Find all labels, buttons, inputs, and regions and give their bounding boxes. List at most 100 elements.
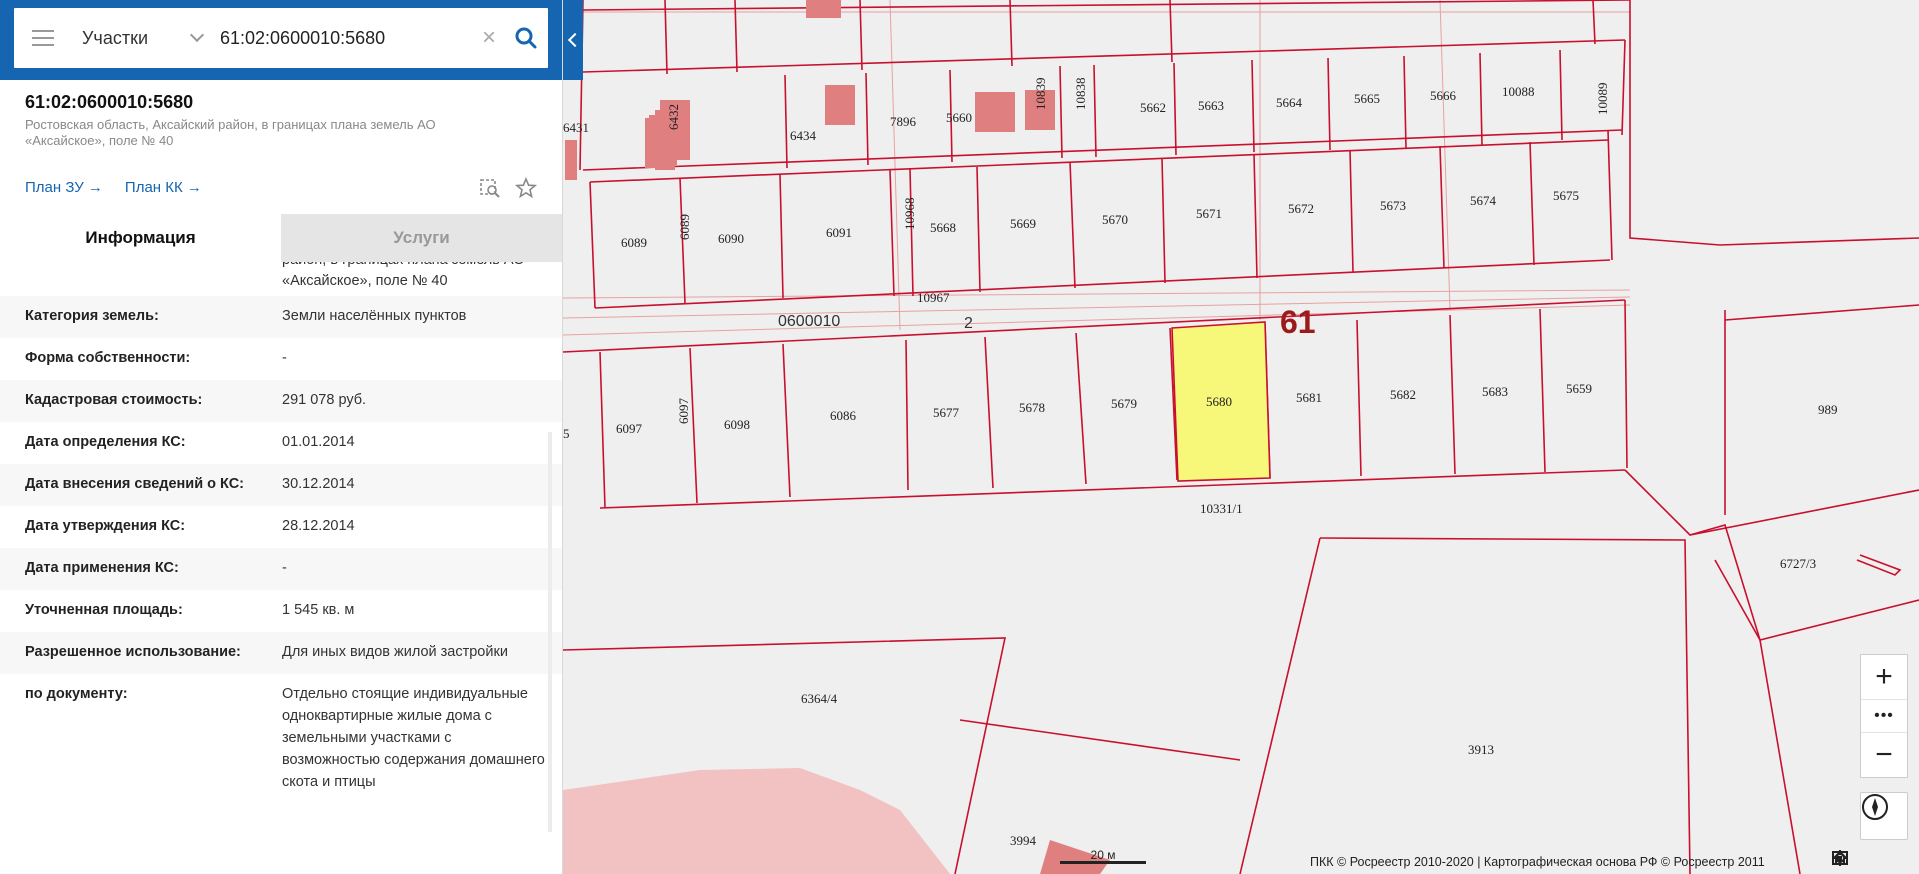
- find-on-map-icon[interactable]: [479, 177, 501, 199]
- search-icon: [515, 27, 537, 49]
- zoom-in-button[interactable]: +: [1861, 655, 1907, 699]
- zoom-out-button[interactable]: −: [1861, 733, 1907, 777]
- object-type-select[interactable]: Участки: [72, 8, 212, 68]
- info-label: Разрешенное использование:: [25, 644, 241, 660]
- object-type-label: Участки: [82, 27, 148, 48]
- plot-label: 6097: [676, 398, 691, 425]
- plot-label: 5662: [1140, 100, 1166, 115]
- more-button[interactable]: •••: [1861, 699, 1907, 733]
- info-row: Разрешенное использование: Для иных видов…: [0, 632, 562, 674]
- info-panel: Участки × 61:02:0600010:5680 Ростовская …: [0, 0, 563, 874]
- info-label: Дата определения КС:: [25, 434, 186, 450]
- info-row: Дата определения КС: 01.01.2014: [0, 422, 562, 464]
- info-value: Для иных видов жилой застройки: [282, 644, 508, 660]
- info-value: -: [282, 350, 287, 366]
- scrollbar[interactable]: [548, 432, 552, 832]
- plot-label: 5678: [1019, 400, 1045, 415]
- plot-label: 6090: [718, 231, 744, 246]
- plot-label: 10088: [1502, 84, 1535, 99]
- plot-label: 3994: [1010, 833, 1037, 848]
- info-row: Дата внесения сведений о КС: 30.12.2014: [0, 464, 562, 506]
- plot-label: 10967: [917, 290, 950, 305]
- tabs: Информация Услуги: [0, 214, 562, 262]
- block-sub-label: 2: [964, 315, 973, 332]
- plot-label: 6089: [621, 235, 647, 250]
- plan-tools: [479, 176, 537, 199]
- plot-label: 5: [563, 426, 570, 441]
- chevron-left-icon: [567, 32, 583, 48]
- compass-button[interactable]: [1860, 792, 1908, 840]
- zoom-controls: + ••• −: [1860, 654, 1908, 778]
- plot-label: 5666: [1430, 88, 1457, 103]
- copyright-text: ПКК © Росреестр 2010-2020 | Картографиче…: [1310, 855, 1765, 869]
- info-row: Дата утверждения КС: 28.12.2014: [0, 506, 562, 548]
- hamburger-icon-line: [32, 44, 54, 46]
- plot-label: 6091: [826, 225, 852, 240]
- plot-label: 6434: [790, 128, 817, 143]
- plot-label: 6097: [616, 421, 643, 436]
- plot-label: 5681: [1296, 390, 1322, 405]
- plot-label: 5672: [1288, 201, 1314, 216]
- plot-label: 6727/3: [1780, 556, 1816, 571]
- layers-icon[interactable]: [1832, 851, 1900, 870]
- plot-label: 5674: [1470, 193, 1497, 208]
- tab-info[interactable]: Информация: [0, 214, 281, 262]
- plot-label: 5670: [1102, 212, 1128, 227]
- plot-label: 5671: [1196, 206, 1222, 221]
- plot-label: 10089: [1595, 83, 1610, 116]
- scale-label: 20 м: [1090, 848, 1116, 862]
- menu-button[interactable]: [14, 8, 72, 68]
- clear-icon[interactable]: ×: [474, 8, 504, 68]
- object-cad-number: 61:02:0600010:5680: [25, 92, 194, 112]
- favorite-star-icon[interactable]: [515, 176, 537, 199]
- plot-label: 5679: [1111, 396, 1137, 411]
- plan-zu-link[interactable]: План ЗУ →: [25, 179, 103, 196]
- collapse-panel-button[interactable]: [563, 0, 583, 80]
- info-value: -: [282, 560, 287, 576]
- scale-bar: 20 м: [1060, 848, 1146, 864]
- plot-label: 5668: [930, 220, 956, 235]
- plot-label: 5677: [933, 405, 960, 420]
- plan-kk-link[interactable]: План КК →: [125, 179, 202, 196]
- scale-line: [1060, 861, 1146, 864]
- plot-label: 5659: [1566, 381, 1592, 396]
- plot-label: 5675: [1553, 188, 1579, 203]
- chevron-down-icon: [189, 27, 205, 43]
- search-bar: Участки ×: [0, 0, 562, 80]
- plot-label: 10968: [902, 198, 917, 231]
- search-input[interactable]: [212, 8, 474, 68]
- search-box: Участки ×: [14, 8, 548, 68]
- plot-label: 5664: [1276, 95, 1303, 110]
- buildings: [565, 0, 1055, 180]
- info-label: Дата внесения сведений о КС:: [25, 476, 245, 492]
- footer-tools: [1832, 850, 1900, 874]
- compass-icon: [1862, 794, 1888, 820]
- info-list[interactable]: район, в границах плана земель АО «Аксай…: [0, 262, 562, 852]
- plan-links: План ЗУ → План КК →: [0, 149, 562, 204]
- plot-label: 5673: [1380, 198, 1406, 213]
- info-row: Дата применения КС: -: [0, 548, 562, 590]
- info-value: Земли населённых пунктов: [282, 308, 467, 324]
- crosshair-icon[interactable]: [1832, 850, 1874, 870]
- plot-label: 5669: [1010, 216, 1036, 231]
- plan-kk-label: План КК: [124, 179, 183, 196]
- block-label: 0600010: [778, 313, 840, 330]
- plot-label: 6364/4: [801, 691, 838, 706]
- plot-label: 6431: [563, 120, 589, 135]
- info-row: Форма собственности: -: [0, 338, 562, 380]
- tab-services[interactable]: Услуги: [281, 214, 562, 262]
- plot-label: 5660: [946, 110, 972, 125]
- plot-label: 10838: [1073, 78, 1088, 111]
- plot-label: 5663: [1198, 98, 1224, 113]
- plot-label: 5683: [1482, 384, 1508, 399]
- info-value: Отдельно стоящие индивидуальные одноквар…: [282, 686, 545, 790]
- info-row: Категория земель: Земли населённых пункто…: [0, 296, 562, 338]
- search-button[interactable]: [504, 8, 548, 68]
- plot-label: 6089: [677, 214, 692, 240]
- plot-label: 6432: [666, 104, 681, 130]
- plot-label: 989: [1818, 402, 1838, 417]
- plot-label: 10839: [1033, 78, 1048, 111]
- info-value: 291 078 руб.: [282, 392, 367, 408]
- plan-zu-label: План ЗУ: [25, 179, 84, 196]
- info-label: Дата применения КС:: [25, 560, 179, 576]
